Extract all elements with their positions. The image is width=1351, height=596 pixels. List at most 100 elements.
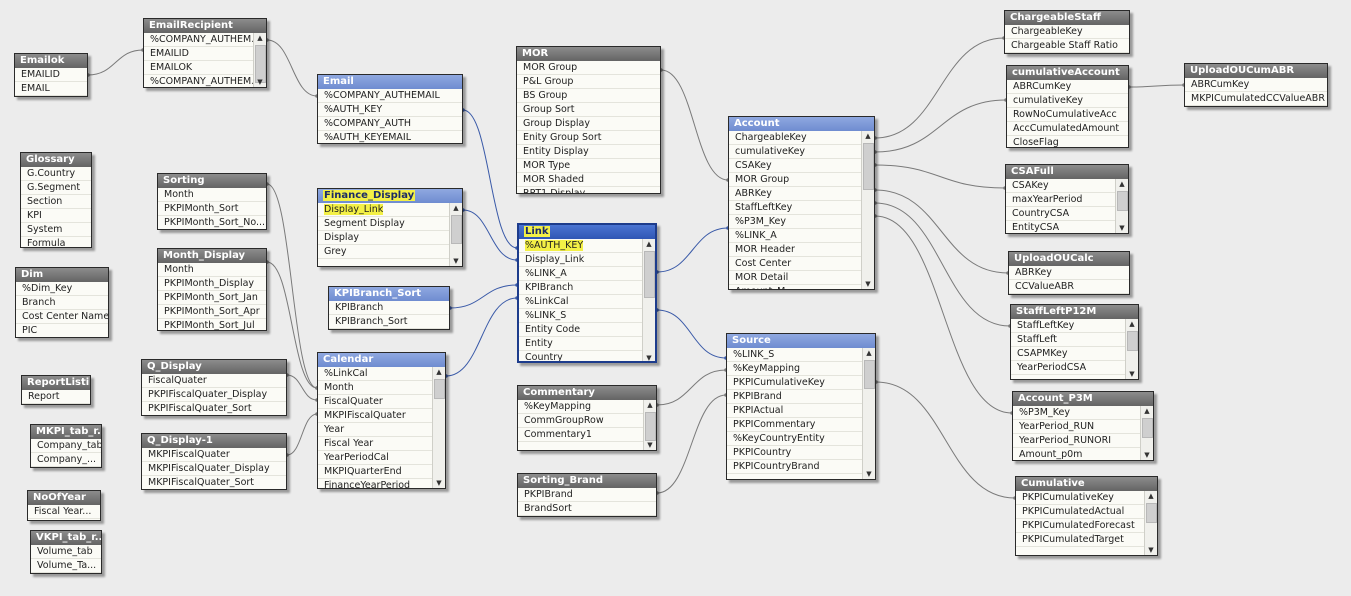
field-item[interactable]: PKPIBrand <box>727 390 875 404</box>
field-item[interactable]: %LinkCal <box>318 367 445 381</box>
field-item[interactable]: Amount_M <box>729 285 874 289</box>
field-item[interactable]: Chargeable Staff Ratio <box>1005 39 1129 53</box>
field-item[interactable]: CCValueABR <box>1009 280 1129 294</box>
field-item[interactable]: KPIBranch <box>519 281 655 295</box>
field-item[interactable]: MKPIFiscalQuater <box>318 409 445 423</box>
table-title[interactable]: UploadOUCalc <box>1009 252 1129 266</box>
field-item[interactable]: YearPeriod_RUN <box>1013 420 1153 434</box>
scroll-up-icon[interactable]: ▲ <box>254 33 266 43</box>
field-item[interactable]: PKPIFiscalQuater_Sort <box>142 402 286 415</box>
field-item[interactable]: Amount_p0m <box>1013 448 1153 460</box>
table-title[interactable]: ChargeableStaff <box>1005 11 1129 25</box>
field-list[interactable]: PKPICumulativeKey PKPICumulatedActual PKPI… <box>1016 491 1157 555</box>
field-list[interactable]: Volume_tab Volume_Ta... <box>31 545 101 573</box>
table-sorting-brand[interactable]: Sorting_Brand PKPIBrand BrandSort <box>517 473 657 517</box>
table-title[interactable]: CSAFull <box>1006 165 1128 179</box>
field-item[interactable]: %LINK_S <box>519 309 655 323</box>
field-item[interactable]: CSAPMKey <box>1011 347 1138 361</box>
scroll-up-icon[interactable]: ▲ <box>1145 491 1157 501</box>
field-item[interactable]: KPIBranch <box>329 301 449 315</box>
table-uploadoucalc[interactable]: UploadOUCalc ABRKey CCValueABR <box>1008 251 1130 295</box>
field-item[interactable]: RowNoCumulativeAcc <box>1007 108 1128 122</box>
field-item[interactable]: Group Sort <box>517 103 660 117</box>
scrollbar-thumb[interactable] <box>864 360 875 389</box>
table-kpibranch-sort[interactable]: KPIBranch_Sort KPIBranch KPIBranch_Sort <box>328 286 450 330</box>
field-item[interactable]: G.Segment <box>21 181 91 195</box>
scrollbar[interactable]: ▲ ▼ <box>1140 406 1153 460</box>
field-item[interactable]: YearPeriodCSA <box>1011 361 1138 375</box>
table-emailok[interactable]: Emailok EMAILID EMAIL <box>14 53 88 97</box>
field-item[interactable]: Display_Link <box>519 253 655 267</box>
field-item[interactable]: FiscalQuater <box>318 395 445 409</box>
field-item[interactable]: PKPIFiscalQuater_Display <box>142 388 286 402</box>
table-title[interactable]: Month_Display <box>158 249 266 263</box>
field-item[interactable]: MOR Group <box>517 61 660 75</box>
table-title[interactable]: KPIBranch_Sort <box>329 287 449 301</box>
field-item[interactable]: MOR Shaded <box>517 173 660 187</box>
table-mkpi-tab[interactable]: MKPI_tab_r... Company_tab Company_... <box>30 424 102 468</box>
field-item[interactable]: PKPICommentary <box>727 418 875 432</box>
field-item[interactable]: %AUTH_KEY <box>519 239 655 253</box>
field-item[interactable]: Section <box>21 195 91 209</box>
field-list[interactable]: %P3M_Key YearPeriod_RUN YearPeriod_RUNORI A… <box>1013 406 1153 460</box>
field-item[interactable]: %LinkCal <box>519 295 655 309</box>
field-item[interactable]: Month <box>158 188 266 202</box>
field-item[interactable]: Fiscal Year... <box>28 505 100 519</box>
field-item[interactable]: Display_Link <box>318 203 462 217</box>
field-list[interactable]: MKPIFiscalQuater MKPIFiscalQuater_Display… <box>142 448 286 489</box>
table-title[interactable]: Email <box>318 75 462 89</box>
field-item[interactable]: %KeyCountryEntity <box>727 432 875 446</box>
table-title[interactable]: Finance_Display <box>318 189 462 203</box>
table-chargeablestaff[interactable]: ChargeableStaff ChargeableKey Chargeable S… <box>1004 10 1130 54</box>
field-list[interactable]: EMAILID EMAIL <box>15 68 87 96</box>
field-item[interactable]: Year <box>318 423 445 437</box>
table-glossary[interactable]: Glossary G.Country G.Segment Section KPI Syst… <box>20 152 92 248</box>
field-item[interactable]: BS Group <box>517 89 660 103</box>
table-title[interactable]: Link <box>519 225 655 239</box>
field-item[interactable]: Grey <box>318 245 462 259</box>
table-title[interactable]: Dim <box>16 268 108 282</box>
field-item[interactable]: CSAKey <box>729 159 874 173</box>
field-list[interactable]: Month PKPIMonth_Sort PKPIMonth_Sort_No... <box>158 188 266 229</box>
table-email[interactable]: Email %COMPANY_AUTHEMAIL %AUTH_KEY %COMPANY… <box>317 74 463 144</box>
field-item[interactable]: %LINK_A <box>729 229 874 243</box>
table-q-display-1[interactable]: Q_Display-1 MKPIFiscalQuater MKPIFiscalQua… <box>141 433 287 490</box>
field-item[interactable]: Cost Center <box>729 257 874 271</box>
field-list[interactable]: KPIBranch KPIBranch_Sort <box>329 301 449 329</box>
field-item[interactable]: MOR Group <box>729 173 874 187</box>
field-item[interactable]: %COMPANY_AUTH <box>318 117 462 131</box>
field-item[interactable]: %P3M_Key <box>729 215 874 229</box>
field-list[interactable]: MOR Group P&L Group BS Group Group Sort Grou… <box>517 61 660 193</box>
scrollbar[interactable]: ▲ ▼ <box>1144 491 1157 555</box>
table-title[interactable]: MOR <box>517 47 660 61</box>
field-item[interactable]: Entity Code <box>519 323 655 337</box>
table-account[interactable]: Account ChargeableKey cumulativeKey CSAKey M… <box>728 116 875 290</box>
scrollbar[interactable]: ▲ ▼ <box>1125 319 1138 379</box>
field-item[interactable]: Commentary1 <box>518 428 656 442</box>
scroll-down-icon[interactable]: ▼ <box>643 353 655 361</box>
field-item[interactable]: Fiscal Year <box>318 437 445 451</box>
scrollbar-thumb[interactable] <box>434 379 445 399</box>
table-title[interactable]: Glossary <box>21 153 91 167</box>
scroll-down-icon[interactable]: ▼ <box>1126 369 1138 379</box>
field-item[interactable]: YearPeriodCal <box>318 451 445 465</box>
field-item[interactable]: Month <box>318 381 445 395</box>
field-item[interactable]: Entity <box>519 337 655 351</box>
scroll-up-icon[interactable]: ▲ <box>643 239 655 249</box>
table-title[interactable]: UploadOUCumABR <box>1185 64 1327 78</box>
table-title[interactable]: Emailok <box>15 54 87 68</box>
field-item[interactable]: P&L Group <box>517 75 660 89</box>
scroll-down-icon[interactable]: ▼ <box>862 279 874 289</box>
field-item[interactable]: cumulativeKey <box>1007 94 1128 108</box>
field-item[interactable]: Report <box>22 390 90 404</box>
field-item[interactable]: MKPIFiscalQuater <box>142 448 286 462</box>
scroll-up-icon[interactable]: ▲ <box>1116 179 1128 189</box>
scroll-down-icon[interactable]: ▼ <box>254 77 266 87</box>
table-uploadoucumabr[interactable]: UploadOUCumABR ABRCumKey MKPICumulatedCCVa… <box>1184 63 1328 107</box>
field-list[interactable]: Month PKPIMonth_Display PKPIMonth_Sort_Jan… <box>158 263 266 330</box>
field-item[interactable]: EMAILID <box>144 47 266 61</box>
field-item[interactable]: CommGroupRow <box>518 414 656 428</box>
table-noofyear[interactable]: NoOfYear Fiscal Year... <box>27 490 101 521</box>
scrollbar-thumb[interactable] <box>1146 503 1157 523</box>
table-month-display[interactable]: Month_Display Month PKPIMonth_Display PKPIM… <box>157 248 267 331</box>
